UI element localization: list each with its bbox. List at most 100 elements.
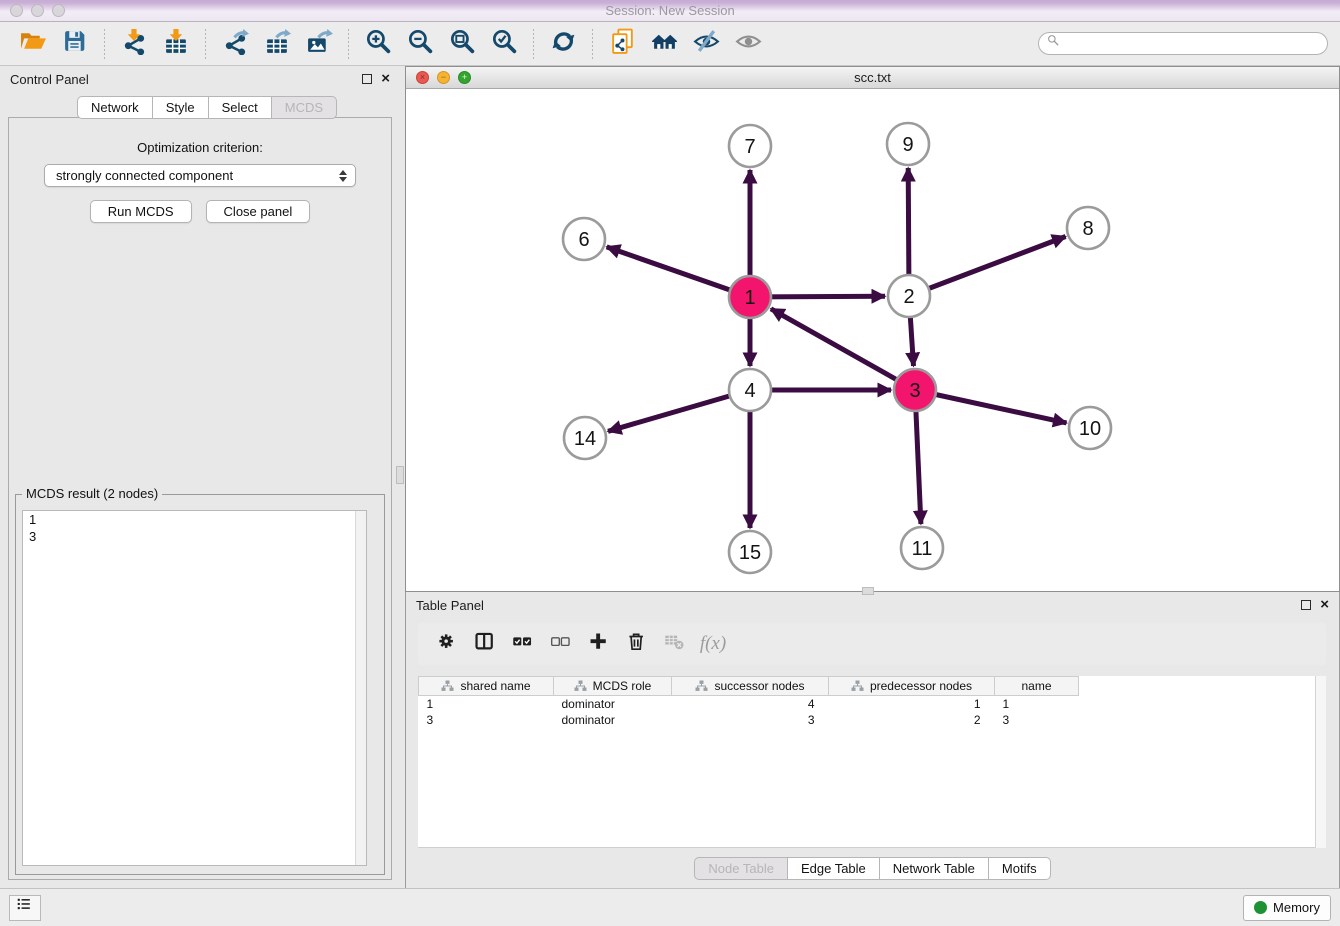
column-header-successor-nodes[interactable]: successor nodes: [672, 677, 829, 696]
import-table-button[interactable]: [158, 27, 194, 61]
table-settings-button[interactable]: [428, 627, 466, 661]
table-tab-motifs[interactable]: Motifs: [989, 857, 1051, 880]
control-panel: Control Panel × NetworkStyleSelectMCDS O…: [0, 66, 400, 888]
column-header-predecessor-nodes[interactable]: predecessor nodes: [829, 677, 995, 696]
table-cell[interactable]: 3: [995, 712, 1079, 728]
toolbar-separator: [592, 29, 593, 59]
column-label: name: [1021, 679, 1051, 693]
show-all-button[interactable]: [730, 27, 766, 61]
mcds-result-box: MCDS result (2 nodes) 13: [15, 494, 385, 875]
table-tab-node-table[interactable]: Node Table: [694, 857, 788, 880]
table-cell[interactable]: 1: [995, 696, 1079, 712]
table-delete-icon: [664, 631, 686, 658]
refresh-layout-button[interactable]: [545, 27, 581, 61]
mcds-result-node: 1: [23, 511, 366, 528]
node-10[interactable]: 10: [1069, 407, 1111, 449]
checkboxes-checked-icon: [512, 631, 534, 658]
zoom-in-button[interactable]: [360, 27, 396, 61]
table-tab-network-table[interactable]: Network Table: [880, 857, 989, 880]
node-3[interactable]: 3: [894, 369, 936, 411]
duplicate-network-button[interactable]: [604, 27, 640, 61]
table-tab-edge-table[interactable]: Edge Table: [788, 857, 880, 880]
table-cell[interactable]: 3: [419, 712, 554, 728]
network-canvas[interactable]: 7 9 6 8 1 2 4 3 14 10 15 11: [406, 89, 1339, 591]
panel-selector-button[interactable]: [9, 895, 41, 921]
table-cell[interactable]: 4: [672, 696, 829, 712]
tab-mcds[interactable]: MCDS: [272, 96, 337, 119]
close-panel-icon[interactable]: ×: [381, 74, 390, 84]
svg-text:15: 15: [739, 542, 761, 564]
node-8[interactable]: 8: [1067, 207, 1109, 249]
hide-selected-button[interactable]: [688, 27, 724, 61]
save-session-button[interactable]: [57, 27, 93, 61]
zoom-fit-button[interactable]: [444, 27, 480, 61]
export-image-icon: [306, 28, 333, 60]
export-image-button[interactable]: [301, 27, 337, 61]
table-scrollbar[interactable]: [1315, 676, 1326, 848]
run-mcds-button[interactable]: Run MCDS: [90, 200, 192, 223]
column-label: predecessor nodes: [870, 679, 972, 693]
column-header-MCDS-role[interactable]: MCDS role: [554, 677, 672, 696]
open-session-button[interactable]: [15, 27, 51, 61]
close-table-panel-icon[interactable]: ×: [1320, 600, 1329, 610]
select-all-button[interactable]: [504, 627, 542, 661]
node-7[interactable]: 7: [729, 125, 771, 167]
memory-button[interactable]: Memory: [1243, 895, 1331, 921]
table-cell[interactable]: 1: [419, 696, 554, 712]
mcds-result-title: MCDS result (2 nodes): [22, 486, 162, 501]
column-header-shared-name[interactable]: shared name: [419, 677, 554, 696]
table-row[interactable]: 3dominator323: [419, 712, 1079, 728]
node-4[interactable]: 4: [729, 369, 771, 411]
close-panel-button[interactable]: Close panel: [206, 200, 311, 223]
import-network-button[interactable]: [116, 27, 152, 61]
table-cell[interactable]: dominator: [554, 712, 672, 728]
optimization-criterion-select[interactable]: strongly connected component: [44, 164, 356, 187]
first-neighbors-button[interactable]: [646, 27, 682, 61]
table-cell[interactable]: dominator: [554, 696, 672, 712]
tab-style[interactable]: Style: [153, 96, 209, 119]
table-cell[interactable]: 3: [672, 712, 829, 728]
memory-status-icon: [1254, 901, 1267, 914]
delete-column-button[interactable]: [618, 627, 656, 661]
column-header-name[interactable]: name: [995, 677, 1079, 696]
svg-text:1: 1: [744, 287, 755, 309]
toolbar-separator: [205, 29, 206, 59]
node-9[interactable]: 9: [887, 123, 929, 165]
zoom-selected-button[interactable]: [486, 27, 522, 61]
edge-1-6[interactable]: [607, 247, 750, 297]
tab-select[interactable]: Select: [209, 96, 272, 119]
result-scrollbar[interactable]: [355, 511, 366, 865]
deselect-all-button[interactable]: [542, 627, 580, 661]
node-2[interactable]: 2: [888, 275, 930, 317]
add-column-button[interactable]: [580, 627, 618, 661]
tab-network[interactable]: Network: [77, 96, 153, 119]
network-view-titlebar[interactable]: × − + scc.txt: [406, 67, 1339, 89]
node-14[interactable]: 14: [564, 417, 606, 459]
node-table: shared nameMCDS rolesuccessor nodes prede…: [418, 676, 1079, 728]
node-1[interactable]: 1: [729, 276, 771, 318]
search-box[interactable]: [1038, 32, 1328, 55]
zoom-fit-icon: [449, 28, 476, 60]
zoom-out-button[interactable]: [402, 27, 438, 61]
search-icon: [1047, 34, 1061, 53]
search-input[interactable]: [1066, 37, 1319, 51]
mcds-result-list[interactable]: 13: [22, 510, 367, 866]
export-table-button[interactable]: [259, 27, 295, 61]
float-panel-icon[interactable]: [362, 74, 372, 84]
table-row[interactable]: 1dominator411: [419, 696, 1079, 712]
edge-3-1[interactable]: [771, 309, 915, 390]
edge-3-10[interactable]: [915, 390, 1067, 423]
mcds-tab-content: Optimization criterion: strongly connect…: [8, 117, 392, 880]
column-layout-button[interactable]: [466, 627, 504, 661]
export-network-button[interactable]: [217, 27, 253, 61]
node-15[interactable]: 15: [729, 531, 771, 573]
node-6[interactable]: 6: [563, 218, 605, 260]
edge-2-8[interactable]: [909, 237, 1066, 297]
node-11[interactable]: 11: [901, 527, 943, 569]
float-table-panel-icon[interactable]: [1301, 600, 1311, 610]
horizontal-splitter-handle[interactable]: [862, 587, 874, 595]
columns-icon: [474, 631, 496, 658]
vertical-splitter-handle[interactable]: [396, 466, 404, 484]
table-cell[interactable]: 1: [829, 696, 995, 712]
table-cell[interactable]: 2: [829, 712, 995, 728]
